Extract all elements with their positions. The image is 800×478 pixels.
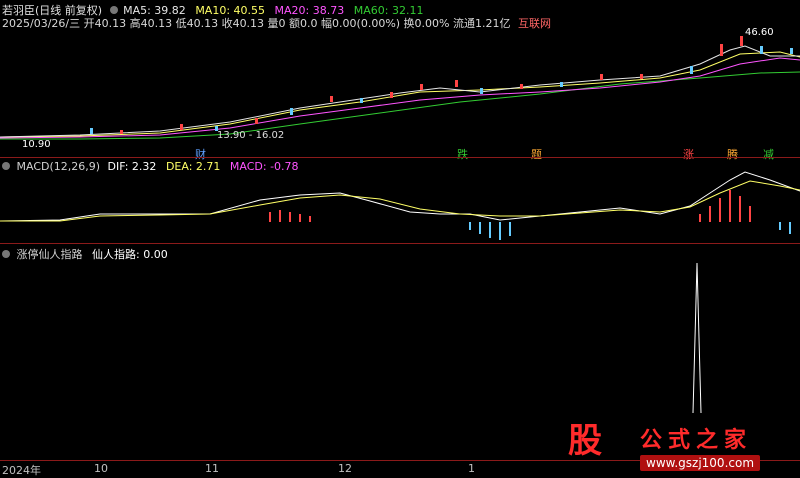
marker-teng[interactable]: 腾 [727, 146, 738, 162]
indicator-spike-line [692, 262, 702, 414]
indicator-settings-icon[interactable] [2, 250, 10, 258]
marker-die[interactable]: 跌 [457, 146, 468, 162]
watermark-text: 公式之家 [640, 427, 753, 453]
ma60-line [0, 71, 800, 140]
time-axis-label-10: 10 [94, 462, 108, 475]
watermark-url: www.gszj100.com [640, 455, 761, 471]
time-axis-label-12: 12 [338, 462, 352, 475]
macd-settings-icon[interactable] [2, 162, 10, 170]
macd-title[interactable]: MACD(12,26,9) [17, 160, 101, 173]
macd-histogram [269, 190, 791, 240]
chart-canvas [0, 36, 800, 414]
separator-macd-indicator[interactable] [0, 243, 800, 244]
macd-dea-line [0, 180, 800, 222]
time-axis-label-2024: 2024年 [2, 464, 41, 477]
watermark-logo: 股 [560, 420, 610, 462]
indicator-header: 涨停仙人指路 仙人指路: 0.00 [2, 246, 168, 262]
low-price-label: 10.90 [22, 139, 51, 150]
macd-macd-value: MACD: -0.78 [229, 160, 299, 173]
range-label-a: 13.90 - 16.02 [217, 130, 285, 141]
candles [90, 36, 793, 134]
marker-ti[interactable]: 题 [531, 146, 542, 162]
macd-header: MACD(12,26,9) DIF: 2.32 DEA: 2.71 MACD: … [2, 160, 299, 173]
macd-dif-line [0, 171, 800, 222]
high-price-label: 46.60 [745, 27, 774, 38]
time-axis-label-1: 1 [468, 462, 475, 475]
watermark-big-char: 股 [568, 421, 602, 461]
macd-dif-value: DIF: 2.32 [107, 160, 157, 173]
time-axis-label-11: 11 [205, 462, 219, 475]
marker-jian[interactable]: 减 [763, 146, 774, 162]
marker-zhang[interactable]: 涨 [683, 146, 694, 162]
separator-price-macd[interactable] [0, 157, 800, 158]
indicator-title[interactable]: 涨停仙人指路 [17, 248, 83, 261]
ma10-line [0, 51, 800, 138]
indicator-value: 仙人指路: 0.00 [92, 248, 168, 261]
macd-dea-value: DEA: 2.71 [165, 160, 221, 173]
ma5-line [0, 45, 800, 138]
